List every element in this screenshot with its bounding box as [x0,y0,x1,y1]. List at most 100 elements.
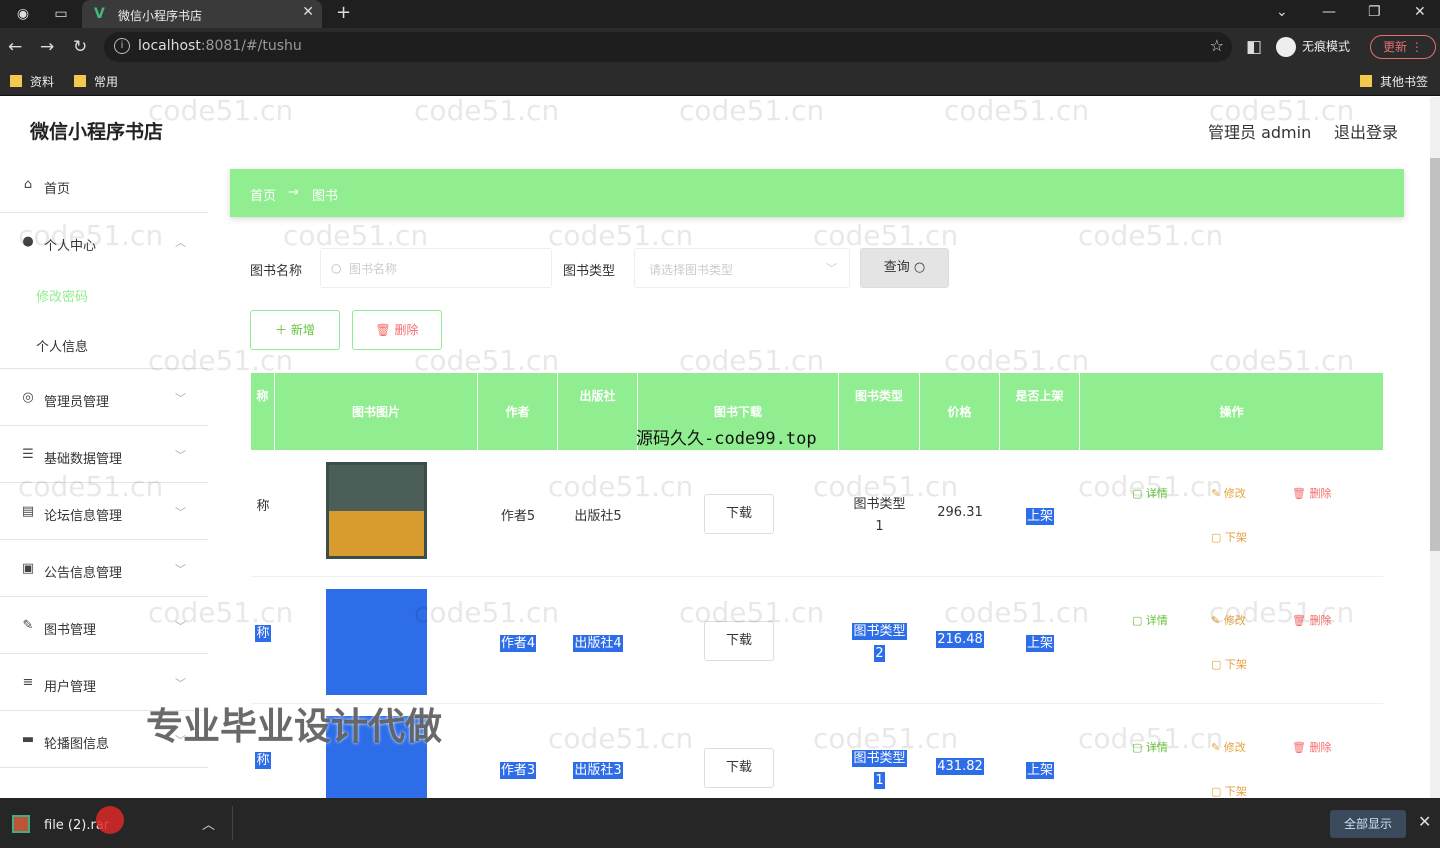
compass-icon: ◎ [22,390,34,405]
breadcrumb-home[interactable]: 首页 [250,185,276,204]
bookmark-star-icon[interactable]: ☆ [1210,36,1224,55]
delete-button[interactable]: 🗑 删除 [1292,612,1331,628]
home-icon: ⌂ [23,177,33,192]
restore-icon[interactable]: ❐ [1368,4,1381,20]
tab-search-icon[interactable]: ▭ [52,5,70,23]
tab-list-icon[interactable]: ⌄ [1276,4,1288,20]
off-shelf-button[interactable]: ▢ 下架 [1211,529,1247,545]
bookmark-folder-1[interactable]: 常用 [74,73,118,90]
search-icon: ○ [331,261,342,275]
col-publisher[interactable]: 出版社 [558,373,638,450]
delete-button[interactable]: 🗑 删除 [1292,485,1331,501]
row-status: 上架 [1025,635,1054,652]
bookmark-folder-0[interactable]: 资料 [10,73,54,90]
tab-title: 微信小程序书店 [118,9,203,23]
col-cover[interactable]: 图书图片 [275,373,478,450]
ticket-icon: ▣ [21,561,35,576]
sidebar-item-admin[interactable]: ◎ 管理员管理 ﹀ [0,370,208,426]
row-publisher: 出版社4 [573,635,623,652]
site-info-icon[interactable]: i [114,38,130,54]
sidebar-item-home[interactable]: ⌂ 首页 [0,157,208,213]
sidebar-subitem-password[interactable]: 修改密码 [0,269,208,319]
document-icon: ▤ [21,504,35,519]
breadcrumb-current: 图书 [312,189,339,204]
menu-icon: ≡ [22,675,34,690]
address-bar: ← → ↻ i localhost:8081/#/tushu ☆ ◧ 无痕模式 … [0,28,1440,66]
download-button[interactable]: 下载 [704,621,774,661]
new-tab-icon[interactable]: + [336,2,351,23]
query-button[interactable]: 查询 ○ [860,248,949,288]
row-type: 图书类型 1 [853,497,906,534]
row-type: 图书类型 2 [852,623,907,662]
search-icon: ○ [913,260,926,275]
reload-icon[interactable]: ↻ [73,37,87,57]
row-author: 作者3 [499,762,537,779]
book-cover-image [326,589,427,695]
chevron-up-icon[interactable]: ︿ [202,814,215,833]
col-type[interactable]: 图书类型 [839,373,920,450]
sliders-icon: ☰ [22,447,34,462]
sidebar-item-books[interactable]: ✎ 图书管理 ﹀ [0,598,208,654]
table-row[interactable]: 称 作者5 出版社5 下载 图书类型 1 296.31 上架 ▢ 详情 ✎ 修改 … [251,450,1383,577]
book-type-select[interactable]: 请选择图书类型 ﹀ [634,248,850,288]
off-shelf-button[interactable]: ▢ 下架 [1211,783,1247,798]
off-shelf-button[interactable]: ▢ 下架 [1211,656,1247,672]
other-bookmarks[interactable]: 其他书签 [1360,73,1428,90]
sidebar-item-label: 管理员管理 [44,395,110,410]
breadcrumb-arrow: → [288,185,299,200]
browser-tab[interactable]: V 微信小程序书店 ✕ [82,0,322,28]
edit-button[interactable]: ✎ 修改 [1211,739,1246,755]
sidebar-item-forum[interactable]: ▤ 论坛信息管理 ﹀ [0,484,208,540]
sidebar-subitem-info[interactable]: 个人信息 [0,319,208,369]
sidebar-item-label: 图书管理 [44,623,97,638]
table-row[interactable]: 称 作者4 出版社4 下载 图书类型 2 216.48 上架 ▢ 详情 ✎ 修改 … [251,577,1383,704]
forward-icon[interactable]: → [40,37,54,57]
col-name[interactable]: 称 [251,373,275,450]
sidebar-item-profile[interactable]: ● 个人中心 ︿ [0,214,208,270]
back-icon[interactable]: ← [8,37,22,57]
minimize-icon[interactable]: — [1322,4,1336,20]
close-download-bar-icon[interactable]: ✕ [1418,812,1431,831]
sidepanel-icon[interactable]: ◧ [1246,37,1262,57]
tab-close-icon[interactable]: ✕ [302,4,314,20]
edit-button[interactable]: ✎ 修改 [1211,612,1246,628]
browser-menu-icon[interactable]: ◉ [14,5,32,23]
brand-title: 微信小程序书店 [30,121,164,143]
sidebar-item-basedata[interactable]: ☰ 基础数据管理 ﹀ [0,427,208,483]
col-price[interactable]: 价格 [920,373,1000,450]
update-button[interactable]: 更新 ⋮ [1370,35,1436,59]
sidebar-item-label: 轮播图信息 [44,737,110,752]
sidebar-item-label: 基础数据管理 [44,452,123,467]
col-author[interactable]: 作者 [478,373,558,450]
url-field[interactable]: i localhost:8081/#/tushu ☆ [104,32,1232,62]
sidebar-item-notice[interactable]: ▣ 公告信息管理 ﹀ [0,541,208,597]
chevron-down-icon: ﹀ [826,262,837,275]
row-status: 上架 [1025,508,1054,525]
page-scrollbar[interactable] [1430,158,1440,551]
chevron-down-icon: ﹀ [175,449,186,462]
show-all-downloads-button[interactable]: 全部显示 [1330,810,1406,838]
detail-button[interactable]: ▢ 详情 [1132,612,1168,628]
book-name-field[interactable]: ○ [320,248,552,288]
detail-button[interactable]: ▢ 详情 [1132,485,1168,501]
batch-delete-button[interactable]: 🗑 删除 [352,310,442,350]
book-name-input[interactable] [349,259,539,279]
sidebar-subitem-label: 修改密码 [36,290,89,305]
vue-logo-icon: V [94,6,105,22]
row-publisher: 出版社3 [573,762,623,779]
archive-file-icon [12,815,30,833]
download-button[interactable]: 下载 [704,748,774,788]
chevron-down-icon: ﹀ [175,392,186,405]
book-type-placeholder: 请选择图书类型 [649,263,734,277]
edit-button[interactable]: ✎ 修改 [1211,485,1246,501]
download-button[interactable]: 下载 [704,494,774,534]
url-text: localhost:8081/#/tushu [138,38,302,54]
close-window-icon[interactable]: ✕ [1414,4,1426,20]
col-status[interactable]: 是否上架 [1000,373,1080,450]
add-button[interactable]: ＋ 新增 [250,310,340,350]
row-price: 216.48 [936,631,984,648]
detail-button[interactable]: ▢ 详情 [1132,739,1168,755]
incognito-indicator[interactable]: 无痕模式 [1276,37,1350,57]
delete-button[interactable]: 🗑 删除 [1292,739,1331,755]
breadcrumb: 首页 → 图书 [230,169,1404,217]
